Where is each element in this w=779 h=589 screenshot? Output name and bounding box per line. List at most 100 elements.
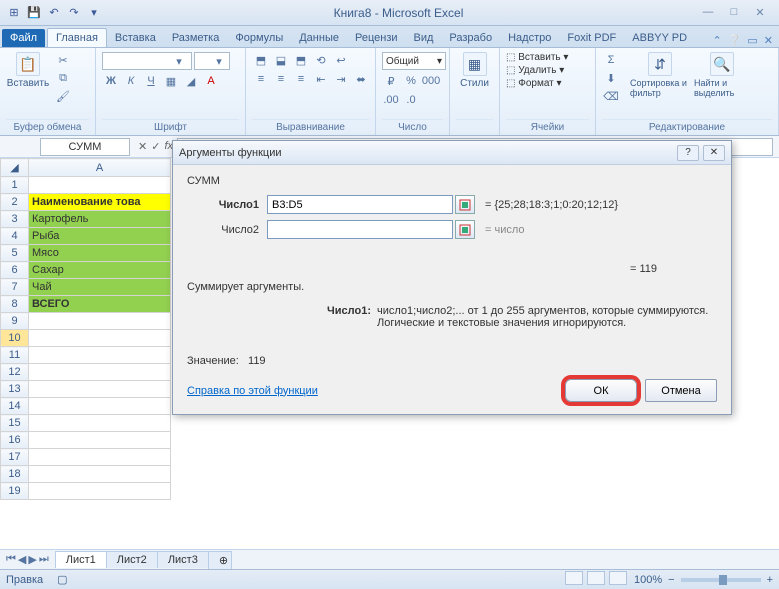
comma-icon[interactable]: 000 xyxy=(422,73,440,89)
arg2-input[interactable] xyxy=(267,220,453,239)
sheet-tab-new[interactable]: ⊕ xyxy=(208,551,232,569)
help-icon[interactable]: ❔ xyxy=(728,34,742,47)
row-header[interactable]: 1 xyxy=(1,177,29,194)
find-select-button[interactable]: 🔍 Найти и выделить xyxy=(694,52,750,98)
row-header[interactable]: 6 xyxy=(1,262,29,279)
view-normal-icon[interactable] xyxy=(565,571,583,585)
sort-filter-button[interactable]: ⇵ Сортировка и фильтр xyxy=(630,52,690,98)
qat-more-icon[interactable]: ▾ xyxy=(86,5,102,21)
align-top-icon[interactable]: ⬒ xyxy=(252,52,270,68)
zoom-level[interactable]: 100% xyxy=(634,574,662,586)
font-name-combo[interactable]: ▾ xyxy=(102,52,192,70)
row-header[interactable]: 13 xyxy=(1,381,29,398)
cell[interactable] xyxy=(29,313,171,330)
row-header[interactable]: 3 xyxy=(1,211,29,228)
cell[interactable] xyxy=(29,415,171,432)
percent-icon[interactable]: % xyxy=(402,73,420,89)
zoom-in-icon[interactable]: + xyxy=(767,574,773,586)
enter-formula-icon[interactable]: ✓ xyxy=(151,140,160,153)
row-header[interactable]: 15 xyxy=(1,415,29,432)
align-center-icon[interactable]: ≡ xyxy=(272,71,290,87)
row-header[interactable]: 5 xyxy=(1,245,29,262)
tab-formulas[interactable]: Формулы xyxy=(227,29,291,47)
indent-dec-icon[interactable]: ⇤ xyxy=(312,71,330,87)
row-header[interactable]: 11 xyxy=(1,347,29,364)
cell[interactable] xyxy=(29,449,171,466)
dialog-help-icon[interactable]: ? xyxy=(677,145,699,161)
macro-record-icon[interactable]: ▢ xyxy=(57,573,67,586)
fill-color-icon[interactable]: ◢ xyxy=(182,73,200,89)
indent-inc-icon[interactable]: ⇥ xyxy=(332,71,350,87)
decrease-decimal-icon[interactable]: .0 xyxy=(402,92,420,108)
row-header[interactable]: 14 xyxy=(1,398,29,415)
font-size-combo[interactable]: ▾ xyxy=(194,52,230,70)
sheet-nav-first-icon[interactable]: ⏮ xyxy=(6,553,16,566)
cell[interactable]: Сахар xyxy=(29,262,171,279)
tab-addins[interactable]: Надстро xyxy=(500,29,559,47)
bold-icon[interactable]: Ж xyxy=(102,73,120,89)
row-header[interactable]: 16 xyxy=(1,432,29,449)
italic-icon[interactable]: К xyxy=(122,73,140,89)
row-header[interactable]: 8 xyxy=(1,296,29,313)
font-color-icon[interactable]: A xyxy=(202,73,220,89)
cell[interactable] xyxy=(29,398,171,415)
row-header[interactable]: 9 xyxy=(1,313,29,330)
function-help-link[interactable]: Справка по этой функции xyxy=(187,385,318,397)
redo-icon[interactable]: ↷ xyxy=(66,5,82,21)
cell[interactable]: Чай xyxy=(29,279,171,296)
format-painter-icon[interactable]: 🖌 xyxy=(54,88,72,104)
cell[interactable]: ВСЕГО xyxy=(29,296,171,313)
col-header-A[interactable]: A xyxy=(29,159,171,177)
minimize-ribbon-icon[interactable]: ⌃ xyxy=(712,34,721,47)
close-icon[interactable]: ✕ xyxy=(751,6,769,19)
tab-file[interactable]: Файл xyxy=(2,29,45,47)
align-right-icon[interactable]: ≡ xyxy=(292,71,310,87)
select-all[interactable]: ◢ xyxy=(1,159,29,177)
maximize-icon[interactable]: □ xyxy=(725,6,743,19)
tab-data[interactable]: Данные xyxy=(291,29,347,47)
number-format-combo[interactable]: Общий▾ xyxy=(382,52,446,70)
wrap-text-icon[interactable]: ↩ xyxy=(332,52,350,68)
row-header[interactable]: 18 xyxy=(1,466,29,483)
autosum-icon[interactable]: Σ xyxy=(602,52,620,68)
orientation-icon[interactable]: ⟲ xyxy=(312,52,330,68)
cancel-formula-icon[interactable]: ✕ xyxy=(138,140,147,153)
row-header[interactable]: 2 xyxy=(1,194,29,211)
tab-layout[interactable]: Разметка xyxy=(164,29,228,47)
cell[interactable] xyxy=(29,330,171,347)
cut-icon[interactable]: ✂ xyxy=(54,52,72,68)
view-pagebreak-icon[interactable] xyxy=(609,571,627,585)
undo-icon[interactable]: ↶ xyxy=(46,5,62,21)
cells-format[interactable]: ⬚ Формат ▾ xyxy=(506,78,562,89)
zoom-out-icon[interactable]: − xyxy=(668,574,674,586)
sheet-tab-3[interactable]: Лист3 xyxy=(157,551,209,568)
dialog-titlebar[interactable]: Аргументы функции ? ✕ xyxy=(173,141,731,165)
dialog-close-icon[interactable]: ✕ xyxy=(703,145,725,161)
zoom-slider[interactable] xyxy=(681,578,761,582)
sheet-tab-1[interactable]: Лист1 xyxy=(55,551,107,568)
cell[interactable] xyxy=(29,381,171,398)
sheet-tab-2[interactable]: Лист2 xyxy=(106,551,158,568)
arg1-ref-button[interactable] xyxy=(455,195,475,214)
tab-developer[interactable]: Разрабо xyxy=(441,29,500,47)
arg2-ref-button[interactable] xyxy=(455,220,475,239)
minimize-icon[interactable]: — xyxy=(699,6,717,19)
save-icon[interactable]: 💾 xyxy=(26,5,42,21)
styles-button[interactable]: ▦ Стили xyxy=(456,52,493,89)
row-header[interactable]: 4 xyxy=(1,228,29,245)
cell[interactable] xyxy=(29,177,171,194)
sheet-nav-last-icon[interactable]: ⏭ xyxy=(39,553,49,566)
row-header[interactable]: 17 xyxy=(1,449,29,466)
row-header[interactable]: 12 xyxy=(1,364,29,381)
copy-icon[interactable]: ⧉ xyxy=(54,70,72,86)
cell[interactable] xyxy=(29,466,171,483)
ok-button[interactable]: ОК xyxy=(565,379,637,402)
cell[interactable] xyxy=(29,347,171,364)
cells-delete[interactable]: ⬚ Удалить ▾ xyxy=(506,65,564,76)
border-icon[interactable]: ▦ xyxy=(162,73,180,89)
tab-review[interactable]: Рецензи xyxy=(347,29,406,47)
align-left-icon[interactable]: ≡ xyxy=(252,71,270,87)
cell[interactable]: Рыба xyxy=(29,228,171,245)
arg1-input[interactable] xyxy=(267,195,453,214)
paste-button[interactable]: 📋 Вставить xyxy=(6,52,50,89)
